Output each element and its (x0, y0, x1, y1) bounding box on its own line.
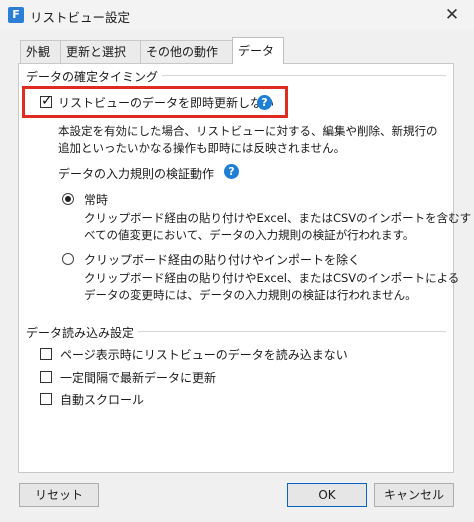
defer-desc-line-1: 本設定を有効にした場合、リストビューに対する、編集や削除、新規行の (58, 124, 438, 138)
radio-except-paste-label: クリップボード経由の貼り付けやインポートを除く (84, 253, 361, 267)
window-title: リストビュー設定 (30, 10, 131, 25)
app-icon: F (8, 7, 24, 23)
radio-always-label: 常時 (84, 193, 109, 207)
no-load-on-display-label: ページ表示時にリストビューのデータを読み込まない (60, 348, 348, 362)
always-desc-line-2: べての値変更において、データの入力規則の検証が行われます。 (84, 228, 415, 242)
except-desc-line-2: データの変更時には、データの入力規則の検証は行われません。 (84, 288, 417, 302)
defer-desc-line-2: 追加といったいかなる操作も即時には反映されません。 (58, 141, 346, 155)
tab-appearance[interactable]: 外観 (20, 40, 62, 63)
tab-other-actions[interactable]: その他の動作 (140, 40, 234, 63)
periodic-refresh-checkbox[interactable] (40, 371, 52, 383)
close-icon[interactable]: ✕ (440, 4, 464, 26)
load-group-title: データ読み込み設定 (26, 324, 139, 341)
no-load-on-display-checkbox[interactable] (40, 348, 52, 360)
help-icon[interactable]: ? (224, 164, 239, 179)
defer-update-checkbox[interactable] (40, 93, 53, 109)
always-desc-line-1: クリップボード経由の貼り付けやExcel、またはCSVのインポートを含むす (84, 211, 472, 225)
help-icon[interactable]: ? (257, 95, 272, 110)
auto-scroll-checkbox[interactable] (40, 393, 52, 405)
confirm-group-title: データの確定タイミング (26, 68, 163, 85)
tab-update-selection[interactable]: 更新と選択 (60, 40, 142, 63)
tab-data[interactable]: データ (232, 37, 284, 64)
radio-always[interactable] (62, 193, 74, 205)
validation-title: データの入力規則の検証動作 (58, 167, 215, 181)
periodic-refresh-label: 一定間隔で最新データに更新 (60, 371, 217, 385)
ok-button[interactable]: OK (287, 483, 367, 507)
title-bar: F リストビュー設定 ✕ (0, 0, 474, 30)
defer-update-label: リストビューのデータを即時更新しない (58, 96, 275, 110)
cancel-button[interactable]: キャンセル (374, 483, 454, 507)
auto-scroll-label: 自動スクロール (60, 393, 145, 407)
except-desc-line-1: クリップボード経由の貼り付けやExcel、またはCSVのインポートによる (84, 271, 460, 285)
reset-button[interactable]: リセット (19, 483, 99, 507)
radio-except-paste[interactable] (62, 253, 74, 265)
